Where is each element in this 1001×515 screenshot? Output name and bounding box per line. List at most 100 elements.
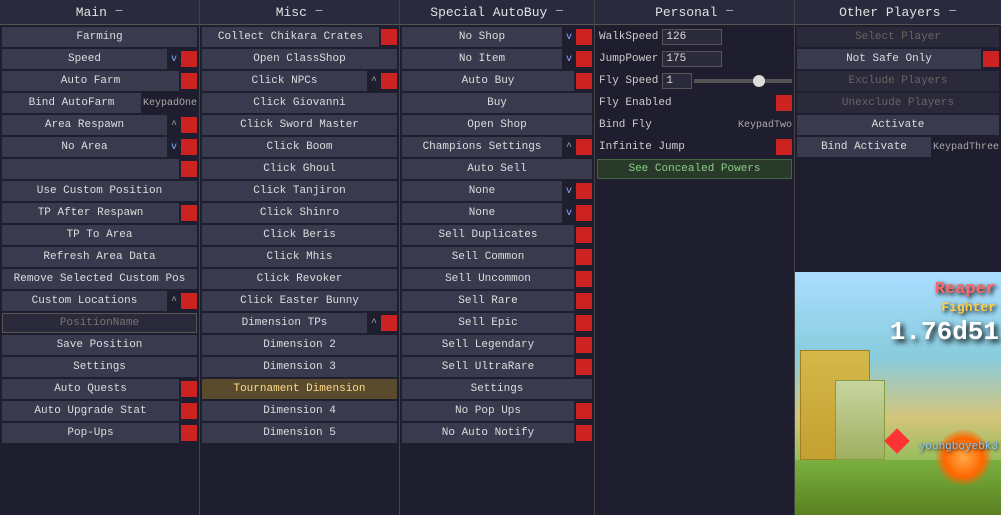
farming-button[interactable]: Farming: [2, 27, 197, 47]
tp-to-area-button[interactable]: TP To Area: [2, 225, 197, 245]
dimension3-button[interactable]: Dimension 3: [202, 357, 397, 377]
none2-toggle[interactable]: [576, 205, 592, 221]
auto-quests-button[interactable]: Auto Quests: [2, 379, 179, 399]
speed-toggle[interactable]: [181, 51, 197, 67]
champions-settings-toggle[interactable]: [576, 139, 592, 155]
auto-buy-toggle[interactable]: [576, 73, 592, 89]
main-minimize[interactable]: −: [115, 4, 123, 20]
save-position-button[interactable]: Save Position: [2, 335, 197, 355]
dimension2-button[interactable]: Dimension 2: [202, 335, 397, 355]
no-auto-notify-toggle[interactable]: [576, 425, 592, 441]
personal-minimize[interactable]: −: [726, 4, 734, 20]
flyspeed-slider-thumb[interactable]: [753, 75, 765, 87]
autofarm-button[interactable]: Auto Farm: [2, 71, 179, 91]
unexclude-players-button[interactable]: Unexclude Players: [797, 93, 999, 113]
auto-quests-toggle[interactable]: [181, 381, 197, 397]
click-revoker-button[interactable]: Click Revoker: [202, 269, 397, 289]
extra-toggle[interactable]: [181, 161, 197, 177]
champions-settings-button[interactable]: Champions Settings: [402, 137, 562, 157]
infinite-jump-toggle[interactable]: [776, 139, 792, 155]
sell-duplicates-toggle[interactable]: [576, 227, 592, 243]
no-shop-toggle[interactable]: [576, 29, 592, 45]
dimension-tps-button[interactable]: Dimension TPs: [202, 313, 367, 333]
click-npcs-button[interactable]: Click NPCs: [202, 71, 367, 91]
buy-button[interactable]: Buy: [402, 93, 592, 113]
jumppower-input[interactable]: [662, 51, 722, 67]
sell-common-toggle[interactable]: [576, 249, 592, 265]
sell-legendary-button[interactable]: Sell Legendary: [402, 335, 574, 355]
settings-button[interactable]: Settings: [2, 357, 197, 377]
special-minimize[interactable]: −: [555, 4, 563, 20]
no-area-toggle[interactable]: [181, 139, 197, 155]
activate-button[interactable]: Activate: [797, 115, 999, 135]
sell-epic-button[interactable]: Sell Epic: [402, 313, 574, 333]
tp-after-respawn-toggle[interactable]: [181, 205, 197, 221]
collect-chikara-toggle[interactable]: [381, 29, 397, 45]
sell-uncommon-button[interactable]: Sell Uncommon: [402, 269, 574, 289]
tournament-dimension-button[interactable]: Tournament Dimension: [202, 379, 397, 399]
auto-buy-button[interactable]: Auto Buy: [402, 71, 574, 91]
sell-rare-toggle[interactable]: [576, 293, 592, 309]
area-respawn-button[interactable]: Area Respawn: [2, 115, 167, 135]
click-beris-button[interactable]: Click Beris: [202, 225, 397, 245]
auto-upgrade-button[interactable]: Auto Upgrade Stat: [2, 401, 179, 421]
click-giovanni-button[interactable]: Click Giovanni: [202, 93, 397, 113]
click-sword-master-button[interactable]: Click Sword Master: [202, 115, 397, 135]
refresh-area-button[interactable]: Refresh Area Data: [2, 247, 197, 267]
none-button1[interactable]: None: [402, 181, 562, 201]
collect-chikara-button[interactable]: Collect Chikara Crates: [202, 27, 379, 47]
sell-duplicates-button[interactable]: Sell Duplicates: [402, 225, 574, 245]
bind-activate-button[interactable]: Bind Activate: [797, 137, 931, 157]
dimension4-button[interactable]: Dimension 4: [202, 401, 397, 421]
no-shop-button[interactable]: No Shop: [402, 27, 562, 47]
click-npcs-toggle[interactable]: [381, 73, 397, 89]
click-ghoul-button[interactable]: Click Ghoul: [202, 159, 397, 179]
remove-custom-pos-button[interactable]: Remove Selected Custom Pos: [2, 269, 197, 289]
sell-uncommon-toggle[interactable]: [576, 271, 592, 287]
click-shinro-button[interactable]: Click Shinro: [202, 203, 397, 223]
flyspeed-slider-track[interactable]: [694, 79, 792, 83]
sell-rare-button[interactable]: Sell Rare: [402, 291, 574, 311]
click-mhis-button[interactable]: Click Mhis: [202, 247, 397, 267]
special-settings-button[interactable]: Settings: [402, 379, 592, 399]
custom-locations-toggle[interactable]: [181, 293, 197, 309]
open-classshop-button[interactable]: Open ClassShop: [202, 49, 397, 69]
sell-common-button[interactable]: Sell Common: [402, 247, 574, 267]
not-safe-only-button[interactable]: Not Safe Only: [797, 49, 981, 69]
autofarm-toggle[interactable]: [181, 73, 197, 89]
tp-after-respawn-button[interactable]: TP After Respawn: [2, 203, 179, 223]
bind-autofarm-button[interactable]: Bind AutoFarm: [2, 93, 141, 113]
speed-button[interactable]: Speed: [2, 49, 167, 69]
misc-minimize[interactable]: −: [315, 4, 323, 20]
see-concealed-button[interactable]: See Concealed Powers: [597, 159, 792, 179]
popups-toggle[interactable]: [181, 425, 197, 441]
area-respawn-toggle[interactable]: [181, 117, 197, 133]
fly-enabled-toggle[interactable]: [776, 95, 792, 111]
select-player-button[interactable]: Select Player: [797, 27, 999, 47]
not-safe-only-toggle[interactable]: [983, 51, 999, 67]
sell-epic-toggle[interactable]: [576, 315, 592, 331]
exclude-players-button[interactable]: Exclude Players: [797, 71, 999, 91]
open-shop-button[interactable]: Open Shop: [402, 115, 592, 135]
auto-upgrade-toggle[interactable]: [181, 403, 197, 419]
flyspeed-input[interactable]: [662, 73, 692, 89]
none1-toggle[interactable]: [576, 183, 592, 199]
custom-locations-button[interactable]: Custom Locations: [2, 291, 167, 311]
none-button2[interactable]: None: [402, 203, 562, 223]
sell-ultrarare-button[interactable]: Sell UltraRare: [402, 357, 574, 377]
sell-ultrarare-toggle[interactable]: [576, 359, 592, 375]
walkspeed-input[interactable]: [662, 29, 722, 45]
auto-sell-button[interactable]: Auto Sell: [402, 159, 592, 179]
popups-button[interactable]: Pop-Ups: [2, 423, 179, 443]
position-name-input[interactable]: [2, 313, 197, 333]
click-boom-button[interactable]: Click Boom: [202, 137, 397, 157]
no-auto-notify-button[interactable]: No Auto Notify: [402, 423, 574, 443]
no-item-button[interactable]: No Item: [402, 49, 562, 69]
no-popups-toggle[interactable]: [576, 403, 592, 419]
no-popups-button[interactable]: No Pop Ups: [402, 401, 574, 421]
other-players-minimize[interactable]: −: [949, 4, 957, 20]
click-easter-bunny-button[interactable]: Click Easter Bunny: [202, 291, 397, 311]
no-area-button[interactable]: No Area: [2, 137, 167, 157]
no-item-toggle[interactable]: [576, 51, 592, 67]
extra-button[interactable]: [2, 159, 179, 179]
